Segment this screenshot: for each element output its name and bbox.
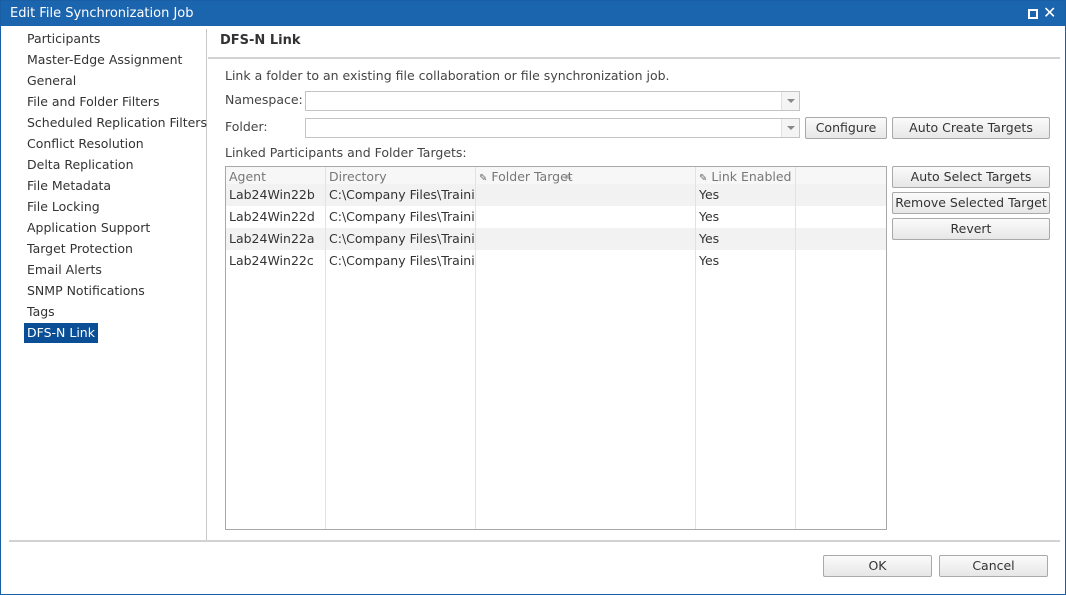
sidebar-item-general[interactable]: General bbox=[24, 71, 79, 91]
dropdown-arrow-icon[interactable] bbox=[781, 92, 799, 110]
namespace-combobox[interactable] bbox=[305, 91, 800, 111]
sidebar-item-target-protection[interactable]: Target Protection bbox=[24, 239, 136, 259]
cell-link-enabled[interactable]: Yes bbox=[696, 206, 794, 228]
namespace-label: Namespace: bbox=[225, 92, 303, 107]
sidebar-item-file-and-folder-filters[interactable]: File and Folder Filters bbox=[24, 92, 162, 112]
page-title: DFS-N Link bbox=[220, 33, 301, 48]
sidebar-item-scheduled-replication-filters[interactable]: Scheduled Replication Filters bbox=[24, 113, 210, 133]
folder-label: Folder: bbox=[225, 119, 268, 134]
title-divider bbox=[208, 57, 1060, 59]
sidebar-nav: Participants Master-Edge Assignment Gene… bbox=[9, 29, 207, 540]
sidebar-item-conflict-resolution[interactable]: Conflict Resolution bbox=[24, 134, 147, 154]
cell-folder-target[interactable] bbox=[476, 184, 694, 206]
cell-agent: Lab24Win22b bbox=[229, 187, 315, 202]
column-header-label: Folder Target bbox=[491, 169, 573, 184]
sidebar-item-dfs-n-link[interactable]: DFS-N Link bbox=[24, 323, 98, 343]
maximize-icon[interactable] bbox=[1028, 9, 1038, 19]
cell-directory: C:\Company Files\Traini bbox=[329, 231, 474, 246]
dropdown-arrow-icon[interactable] bbox=[781, 119, 799, 137]
cell-agent: Lab24Win22d bbox=[229, 209, 315, 224]
remove-selected-target-button[interactable]: Remove Selected Target bbox=[892, 192, 1050, 214]
cell-link-enabled[interactable]: Yes bbox=[696, 184, 794, 206]
sidebar-item-application-support[interactable]: Application Support bbox=[24, 218, 153, 238]
footer-divider bbox=[9, 540, 1060, 542]
sidebar-item-file-locking[interactable]: File Locking bbox=[24, 197, 103, 217]
cell-folder-target[interactable] bbox=[476, 206, 694, 228]
cell-directory: C:\Company Files\Traini bbox=[329, 253, 474, 268]
linked-targets-table[interactable]: Agent Directory ✎ Folder Target ✎ Link Ena… bbox=[225, 166, 887, 530]
column-header-label: Agent bbox=[229, 169, 266, 184]
column-divider bbox=[795, 167, 796, 529]
folder-combobox[interactable] bbox=[305, 118, 800, 138]
ok-button[interactable]: OK bbox=[823, 555, 932, 577]
sidebar-item-snmp-notifications[interactable]: SNMP Notifications bbox=[24, 281, 148, 301]
auto-select-targets-button[interactable]: Auto Select Targets bbox=[892, 166, 1050, 188]
column-header-label: Directory bbox=[329, 169, 387, 184]
description-text: Link a folder to an existing file collab… bbox=[225, 68, 670, 83]
sidebar-item-file-metadata[interactable]: File Metadata bbox=[24, 176, 114, 196]
cell-agent: Lab24Win22a bbox=[229, 231, 315, 246]
cell-folder-target[interactable] bbox=[476, 228, 694, 250]
configure-button[interactable]: Configure bbox=[805, 117, 887, 139]
cell-link-enabled[interactable]: Yes bbox=[696, 250, 794, 272]
dialog-window: Edit File Synchronization Job ✕ Particip… bbox=[0, 0, 1066, 595]
cell-directory: C:\Company Files\Traini bbox=[329, 187, 474, 202]
cell-agent: Lab24Win22c bbox=[229, 253, 314, 268]
cell-folder-target[interactable] bbox=[476, 250, 694, 272]
sidebar-item-master-edge-assignment[interactable]: Master-Edge Assignment bbox=[24, 50, 185, 70]
column-divider bbox=[325, 167, 326, 529]
column-divider bbox=[475, 167, 476, 529]
linked-targets-label: Linked Participants and Folder Targets: bbox=[225, 145, 467, 160]
sidebar-item-delta-replication[interactable]: Delta Replication bbox=[24, 155, 137, 175]
sidebar-item-participants[interactable]: Participants bbox=[24, 29, 103, 49]
revert-button[interactable]: Revert bbox=[892, 218, 1050, 240]
sidebar-item-email-alerts[interactable]: Email Alerts bbox=[24, 260, 105, 280]
window-title: Edit File Synchronization Job bbox=[10, 6, 194, 21]
cell-directory: C:\Company Files\Traini bbox=[329, 209, 474, 224]
auto-create-targets-button[interactable]: Auto Create Targets bbox=[892, 117, 1050, 139]
title-bar: Edit File Synchronization Job ✕ bbox=[1, 1, 1065, 26]
close-icon[interactable]: ✕ bbox=[1043, 4, 1056, 22]
sidebar-item-tags[interactable]: Tags bbox=[24, 302, 58, 322]
cell-link-enabled[interactable]: Yes bbox=[696, 228, 794, 250]
column-header-label: Link Enabled bbox=[711, 169, 792, 184]
cancel-button[interactable]: Cancel bbox=[939, 555, 1048, 577]
column-divider bbox=[695, 167, 696, 529]
